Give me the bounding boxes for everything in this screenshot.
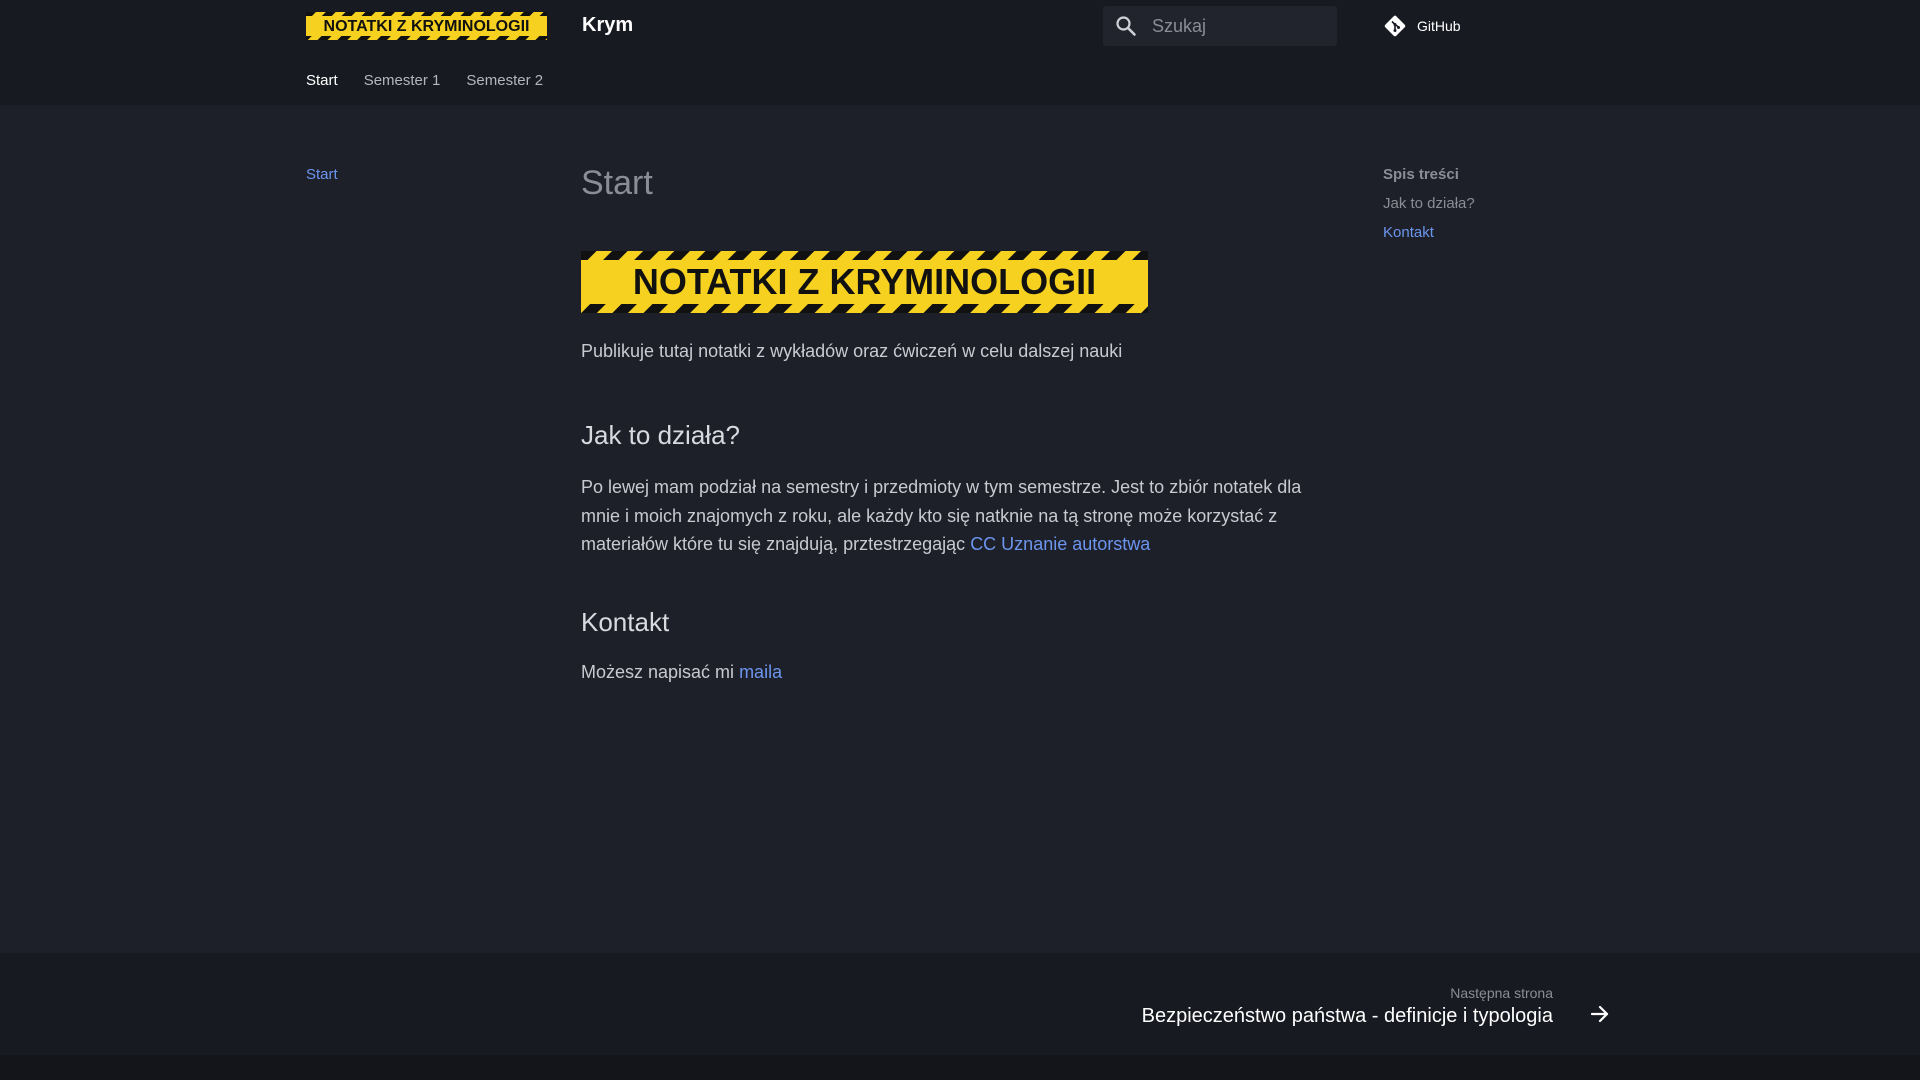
site-title[interactable]: Krym — [582, 14, 633, 37]
table-of-contents: Spis treści Jak to działa? Kontakt — [1383, 166, 1475, 241]
site-logo[interactable]: NOTATKI Z KRYMINOLOGII — [306, 12, 547, 40]
section-heading-jak-to-dziala: Jak to działa? — [581, 420, 740, 450]
section-text-jak-to-dziala: Po lewej mam podział na semestry i przed… — [581, 473, 1341, 559]
tab-start[interactable]: Start — [306, 72, 338, 89]
tab-semester-1[interactable]: Semester 1 — [364, 72, 441, 89]
footer-bottom-bar — [0, 1055, 1920, 1080]
page-title: Start — [581, 164, 653, 202]
footer: Następna strona Bezpieczeństwo państwa -… — [0, 953, 1920, 1055]
search-icon — [1116, 16, 1136, 36]
license-link[interactable]: CC Uznanie autorstwa — [970, 534, 1150, 554]
sidebar-nav: Start — [306, 166, 338, 184]
toc-item-jak-to-dziala[interactable]: Jak to działa? — [1383, 195, 1475, 212]
banner-text: NOTATKI Z KRYMINOLOGII — [633, 261, 1096, 302]
top-tabs: Start Semester 1 Semester 2 — [306, 72, 569, 89]
next-page-label: Następna strona — [1450, 985, 1553, 1001]
search-input[interactable] — [1152, 15, 1322, 37]
sidebar-item-start[interactable]: Start — [306, 166, 338, 183]
email-link[interactable]: maila — [739, 662, 782, 682]
next-page-link[interactable]: Następna strona Bezpieczeństwo państwa -… — [1142, 985, 1553, 1028]
arrow-right-icon[interactable] — [1588, 1002, 1612, 1026]
toc-item-kontakt[interactable]: Kontakt — [1383, 224, 1475, 241]
header: NOTATKI Z KRYMINOLOGII Krym GitHub Start… — [0, 0, 1920, 105]
logo-text: NOTATKI Z KRYMINOLOGII — [324, 18, 530, 35]
contact-text: Możesz napisać mi — [581, 661, 740, 682]
intro-text: Publikuje tutaj notatki z wykładów oraz … — [581, 341, 1123, 361]
section-text-kontakt: Możesz napisać mi maila — [581, 662, 1341, 683]
toc-title: Spis treści — [1383, 166, 1459, 183]
github-link[interactable]: GitHub — [1383, 14, 1461, 38]
paragraph-text: Po lewej mam podział na semestry i przed… — [581, 477, 1302, 554]
search-box[interactable] — [1103, 6, 1337, 46]
banner-image: NOTATKI Z KRYMINOLOGII — [581, 251, 1148, 313]
section-heading-kontakt: Kontakt — [581, 606, 670, 637]
tab-semester-2[interactable]: Semester 2 — [466, 72, 543, 89]
github-label: GitHub — [1417, 18, 1461, 34]
git-icon — [1384, 15, 1406, 37]
main-content: Start NOTATKI Z KRYMINOLOGII Publikuje t… — [581, 160, 1341, 683]
next-page-title: Bezpieczeństwo państwa - definicje i typ… — [1141, 1005, 1553, 1027]
